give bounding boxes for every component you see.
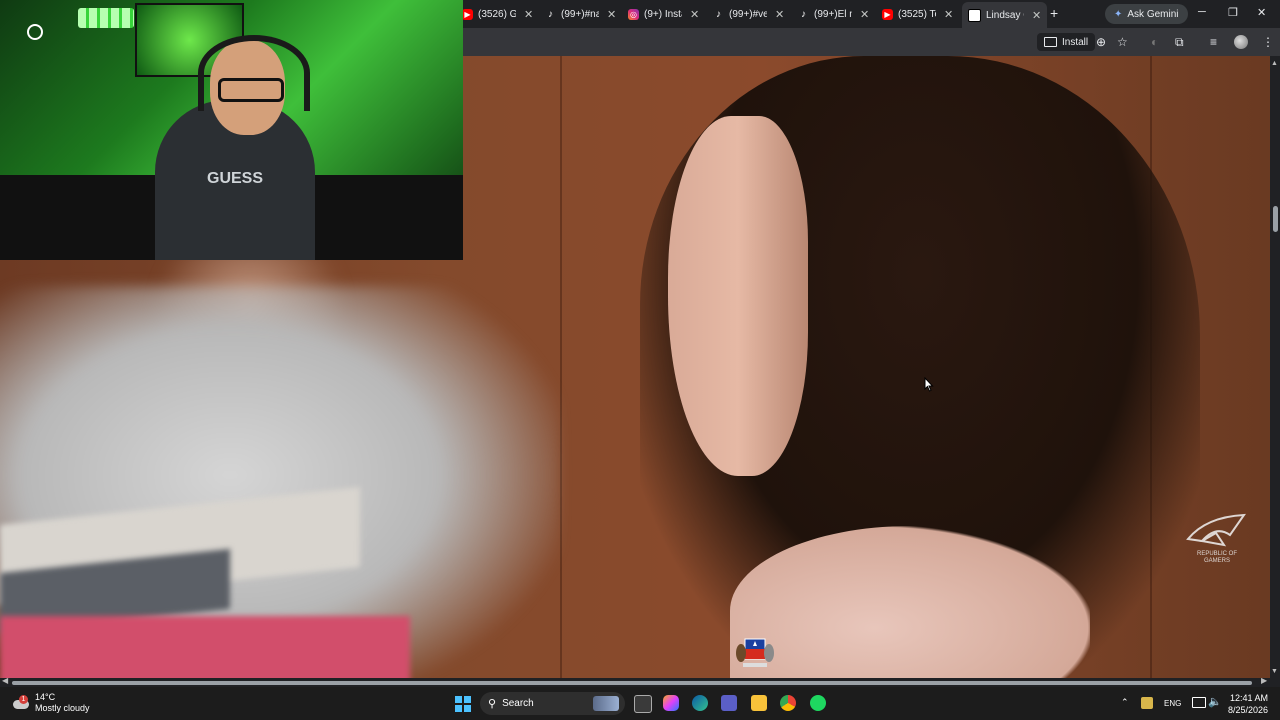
spotify-icon[interactable] (810, 695, 826, 711)
network-icon[interactable] (1192, 697, 1206, 708)
clock-date: 8/25/2026 (1227, 705, 1268, 715)
scroll-down-arrow-icon[interactable]: ▼ (1271, 668, 1278, 675)
file-explorer-icon[interactable] (751, 695, 767, 711)
weather-widget[interactable]: 1 14°C Mostly cloudy (12, 692, 90, 714)
close-icon[interactable]: ✕ (775, 8, 784, 21)
weather-condition: Mostly cloudy (35, 703, 90, 713)
teams-icon[interactable] (721, 695, 737, 711)
woman-face (668, 116, 808, 476)
mouse-cursor-icon (924, 377, 934, 392)
glasses (218, 78, 284, 102)
close-window-button[interactable]: ✕ (1257, 6, 1266, 19)
close-icon[interactable]: ✕ (860, 8, 869, 21)
language-indicator[interactable]: ENG (1164, 699, 1181, 708)
search-highlight-icon (593, 696, 619, 711)
scrollbar-thumb[interactable] (12, 681, 1252, 685)
tab-title: (3526) Gal (478, 8, 516, 20)
search-label: Search (502, 698, 534, 709)
weather-temp: 14°C (35, 692, 56, 702)
youtube-icon: ▶ (462, 8, 473, 20)
circle-icon (27, 24, 43, 40)
tab-title: (99+)#ven (729, 8, 767, 20)
instagram-icon: ◎ (628, 8, 639, 20)
scrollbar-thumb[interactable] (1273, 206, 1278, 232)
close-icon[interactable]: ✕ (690, 8, 699, 21)
extensions-icon[interactable]: ⧉ (1175, 35, 1184, 50)
tab-lindsay-active[interactable]: Lindsay Cl ✕ (962, 2, 1048, 28)
vertical-scrollbar[interactable] (1270, 56, 1280, 678)
new-tab-button[interactable]: + (1050, 5, 1058, 21)
install-label: Install (1062, 36, 1089, 48)
ask-gemini-label: Ask Gemini (1127, 8, 1179, 20)
scroll-right-arrow-icon[interactable]: ▶ (1261, 676, 1267, 685)
tab-youtube-3525[interactable]: ▶ (3525) Ten ✕ (882, 4, 953, 24)
tab-instagram[interactable]: ◎ (9+) Instag ✕ (628, 4, 699, 24)
restore-button[interactable]: ❐ (1228, 6, 1238, 19)
gemini-sparkle-icon: ✦ (1114, 8, 1123, 20)
youtube-icon: ▶ (882, 8, 893, 20)
rog-logo: REPUBLIC OF GAMERS (1186, 513, 1246, 564)
led-lights (78, 8, 134, 28)
avatar[interactable] (1234, 35, 1248, 49)
tab-title: Lindsay Cl (986, 9, 1024, 21)
tiktok-icon: ♪ (801, 8, 806, 20)
scroll-up-arrow-icon[interactable]: ▲ (1271, 60, 1278, 67)
tab-youtube-3526[interactable]: ▶ (3526) Gal ✕ (462, 4, 533, 24)
tiktok-icon: ♪ (548, 8, 553, 20)
tab-tiktok-nat[interactable]: ♪ (99+)#nat ✕ (545, 4, 616, 24)
chevron-up-icon[interactable]: ⌃ (1121, 697, 1129, 708)
clock[interactable]: 12:41 AM 8/25/2026 (1224, 692, 1268, 716)
media-icon[interactable]: ≡ (1210, 35, 1217, 49)
tab-tiktok-ven[interactable]: ♪ (99+)#ven ✕ (713, 4, 784, 24)
tab-title: (99+)El m (814, 8, 852, 20)
dark-mode-icon[interactable]: ◐ (1151, 35, 1158, 49)
webcam-overlay: GUESS (0, 0, 463, 260)
ask-gemini-button[interactable]: ✦ Ask Gemini (1105, 4, 1188, 24)
tiktok-icon: ♪ (716, 8, 721, 20)
shirt-logo-text: GUESS (207, 170, 264, 187)
horizontal-scrollbar[interactable] (0, 678, 1270, 687)
search-icon: ⚲ (488, 698, 497, 710)
install-button[interactable]: Install (1037, 33, 1096, 51)
clock-time: 12:41 AM (1229, 693, 1268, 703)
start-button[interactable] (455, 696, 471, 712)
cloud-icon: 1 (12, 695, 30, 710)
tab-title: (3525) Ten (898, 8, 936, 20)
scroll-left-arrow-icon[interactable]: ◀ (2, 676, 8, 685)
weather-badge: 1 (19, 695, 28, 704)
copilot-icon[interactable] (663, 695, 679, 711)
red-binder (0, 616, 410, 678)
page-icon (968, 8, 981, 22)
file-manager-icon[interactable] (634, 695, 652, 713)
tab-title: (9+) Instag (644, 8, 682, 20)
zoom-icon[interactable]: ⊕ (1096, 35, 1106, 49)
windows-taskbar: 1 14°C Mostly cloudy ⚲ Search ⌃ ENG 🔈 12… (0, 687, 1280, 720)
close-icon[interactable]: ✕ (524, 8, 533, 21)
edge-icon[interactable] (692, 695, 708, 711)
menu-icon[interactable]: ⋮ (1262, 35, 1274, 49)
taskbar-search[interactable]: ⚲ Search (480, 692, 625, 715)
coat-of-arms-emblem (736, 638, 774, 667)
close-icon[interactable]: ✕ (607, 8, 616, 21)
svg-text:GAMERS: GAMERS (1204, 558, 1230, 564)
volume-icon[interactable]: 🔈 (1208, 695, 1222, 708)
close-icon[interactable]: ✕ (944, 8, 953, 21)
tray-app-icon[interactable] (1141, 697, 1153, 709)
svg-text:REPUBLIC OF: REPUBLIC OF (1197, 551, 1237, 557)
close-icon[interactable]: ✕ (1032, 9, 1041, 22)
minimize-button[interactable]: ─ (1198, 6, 1206, 18)
tab-tiktok-el[interactable]: ♪ (99+)El m ✕ (798, 4, 869, 24)
chrome-icon[interactable] (780, 695, 796, 711)
tab-title: (99+)#nat (561, 8, 599, 20)
install-app-icon (1044, 37, 1057, 47)
star-icon[interactable]: ☆ (1117, 35, 1128, 49)
